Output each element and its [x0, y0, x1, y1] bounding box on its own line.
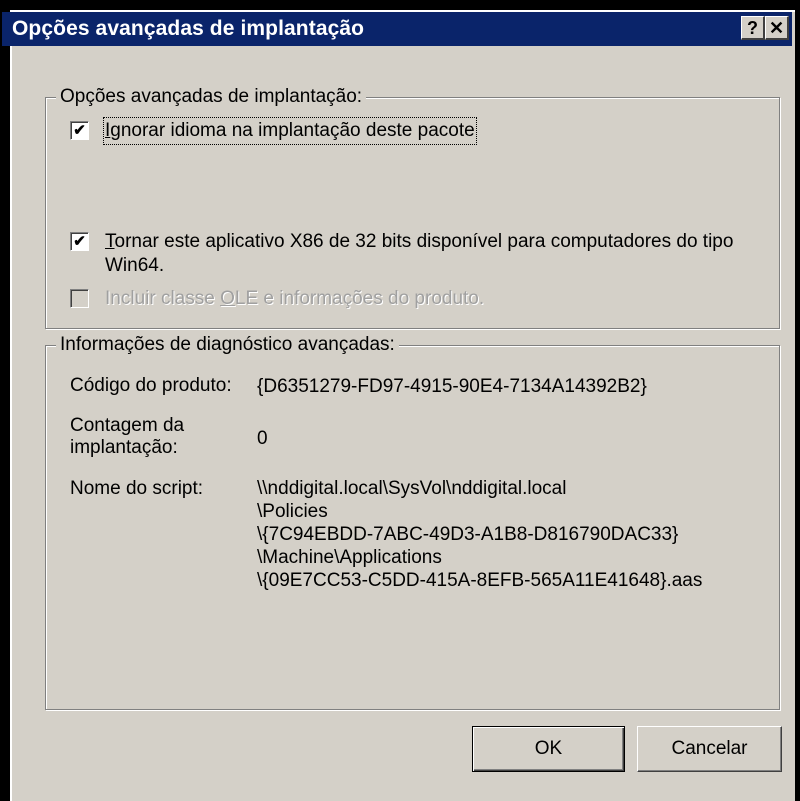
- make-x86-available-checkbox[interactable]: ✔: [70, 232, 89, 251]
- deploy-count-label-line1: Contagem da: [70, 415, 185, 436]
- script-path-line: \\nddigital.local\SysVol\nddigital.local: [257, 478, 567, 499]
- checkmark-icon: ✔: [73, 122, 86, 139]
- label-text: LE e informações do produto.: [234, 288, 485, 309]
- ignore-language-label[interactable]: Ignorar idioma na implantação deste paco…: [103, 117, 477, 145]
- dialog-title: Opções avançadas de implantação: [12, 17, 365, 40]
- script-path-line: \Policies: [257, 501, 328, 522]
- script-name-value: \\nddigital.local\SysVol\nddigital.local…: [257, 477, 777, 592]
- close-button[interactable]: ✕: [765, 16, 789, 40]
- script-path-line: \{7C94EBDD-7ABC-49D3-A1B8-D816790DAC33}: [257, 524, 679, 545]
- label-text: Incluir classe: [105, 288, 221, 309]
- deploy-count-label: Contagem da implantação:: [70, 415, 184, 459]
- deploy-count-value: 0: [257, 428, 268, 449]
- include-ole-option: Incluir classe OLE e informações do prod…: [70, 287, 484, 311]
- mnemonic: T: [105, 231, 115, 252]
- checkmark-icon: ✔: [73, 233, 86, 250]
- help-button[interactable]: ?: [741, 16, 765, 40]
- mnemonic: O: [220, 288, 235, 309]
- include-ole-checkbox: [70, 289, 89, 308]
- title-bar[interactable]: Opções avançadas de implantação ? ✕: [2, 12, 792, 46]
- product-code-label: Código do produto:: [70, 375, 232, 396]
- make-x86-available-label[interactable]: Tornar este aplicativo X86 de 32 bits di…: [105, 230, 760, 278]
- ignore-language-option[interactable]: ✔ Ignorar idioma na implantação deste pa…: [70, 117, 477, 145]
- include-ole-label: Incluir classe OLE e informações do prod…: [105, 287, 484, 311]
- deploy-count-label-line2: implantação:: [70, 437, 178, 458]
- advanced-options-legend: Opções avançadas de implantação:: [56, 86, 367, 108]
- script-name-label: Nome do script:: [70, 478, 204, 499]
- label-text: gnorar idioma na implantação deste pacot…: [110, 120, 475, 141]
- make-x86-available-option[interactable]: ✔ Tornar este aplicativo X86 de 32 bits …: [70, 230, 760, 278]
- script-path-line: \Machine\Applications: [257, 547, 442, 568]
- diagnostics-legend: Informações de diagnóstico avançadas:: [56, 334, 399, 356]
- product-code-value: {D6351279-FD97-4915-90E4-7134A14392B2}: [257, 376, 647, 397]
- cancel-button[interactable]: Cancelar: [637, 726, 782, 772]
- close-icon: ✕: [768, 17, 785, 38]
- script-path-line: \{09E7CC53-C5DD-415A-8EFB-565A11E41648}.…: [257, 570, 703, 591]
- label-text: ornar este aplicativo X86 de 32 bits dis…: [105, 231, 734, 276]
- ok-button[interactable]: OK: [472, 726, 625, 772]
- ignore-language-checkbox[interactable]: ✔: [70, 121, 89, 140]
